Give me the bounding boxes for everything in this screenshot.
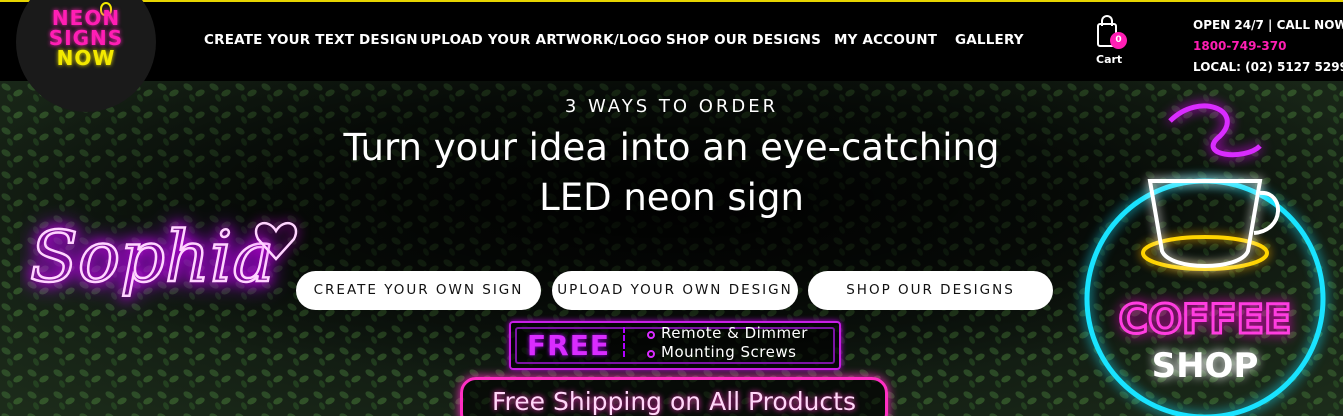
bullet-icon <box>647 331 655 339</box>
cart-label: Cart <box>1096 53 1123 66</box>
contact-phone-link[interactable]: 1800-749-370 <box>1193 36 1343 57</box>
hero-headline-line1: Turn your idea into an eye-catching <box>343 126 1000 169</box>
hero-banner: Sophia COFFEE SHOP 3 WAYS TO ORDER Turn … <box>0 81 1343 416</box>
bullet-icon <box>647 350 655 358</box>
create-own-sign-button[interactable]: CREATE YOUR OWN SIGN <box>296 271 541 310</box>
upload-own-design-button[interactable]: UPLOAD YOUR OWN DESIGN <box>552 271 798 310</box>
nav-my-account[interactable]: MY ACCOUNT <box>834 32 937 48</box>
logo-text-signs: SIGNS <box>48 26 124 50</box>
coffee-sign-text: COFFEE <box>1119 297 1292 343</box>
free-item-screws: Mounting Screws <box>661 343 797 361</box>
contact-info: OPEN 24/7 | CALL NOW 1800-749-370 LOCAL:… <box>1193 15 1343 78</box>
nav-shop-designs[interactable]: SHOP OUR DESIGNS <box>666 32 821 48</box>
site-header: NEON SIGNS NOW CREATE YOUR TEXT DESIGN U… <box>0 0 1343 112</box>
divider <box>623 327 625 357</box>
free-item-remote: Remote & Dimmer <box>661 324 808 342</box>
nav-upload-artwork[interactable]: UPLOAD YOUR ARTWORK/LOGO <box>420 32 662 48</box>
logo-text-now: NOW <box>56 46 116 70</box>
shop-sign-text: SHOP <box>1152 346 1259 386</box>
hero-headline: Turn your idea into an eye-catching LED … <box>0 123 1343 223</box>
contact-open-hours: OPEN 24/7 | CALL NOW <box>1193 18 1343 32</box>
sophia-sign-text: Sophia <box>30 216 274 298</box>
free-shipping-banner: Free Shipping on All Products <box>460 377 888 416</box>
contact-local-phone[interactable]: LOCAL: (02) 5127 5299 <box>1193 57 1343 78</box>
free-extras-badge: FREE Remote & Dimmer Mounting Screws <box>509 321 841 370</box>
nav-create-text-design[interactable]: CREATE YOUR TEXT DESIGN <box>204 32 418 48</box>
free-shipping-text: Free Shipping on All Products <box>492 387 856 416</box>
nav-gallery[interactable]: GALLERY <box>955 32 1024 48</box>
free-label: FREE <box>527 329 610 362</box>
shop-our-designs-button[interactable]: SHOP OUR DESIGNS <box>808 271 1053 310</box>
cart-button[interactable]: 0 Cart <box>1094 13 1128 69</box>
hero-headline-line2: LED neon sign <box>539 176 804 219</box>
cart-count-badge: 0 <box>1110 32 1127 49</box>
hero-eyebrow: 3 WAYS TO ORDER <box>564 96 779 117</box>
logo-text-neon: NEON <box>51 6 121 30</box>
